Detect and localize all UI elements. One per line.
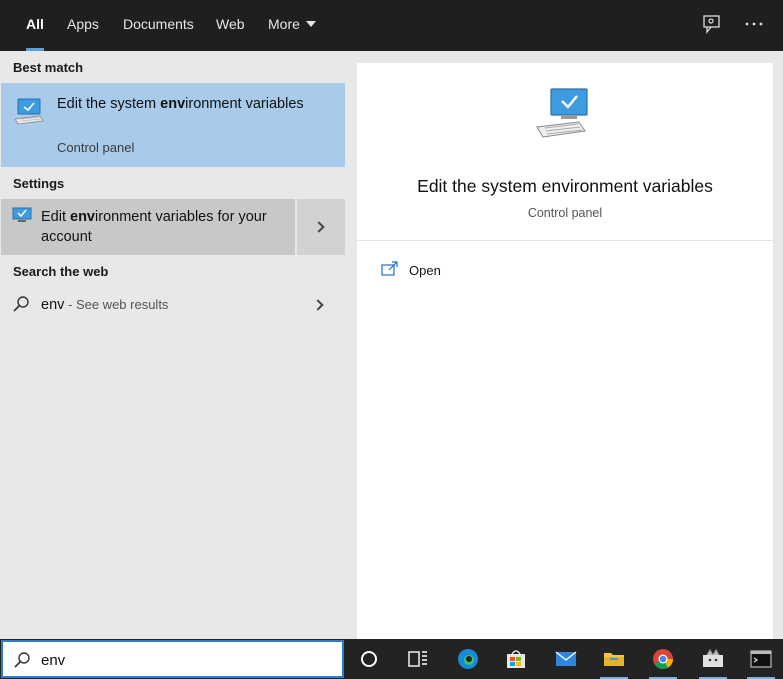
web-search-query: env - See web results [41, 297, 169, 313]
more-options-icon[interactable] [743, 13, 765, 35]
search-filter-bar: All Apps Documents Web More [0, 0, 783, 51]
divider [357, 240, 773, 241]
chevron-down-icon [305, 21, 316, 27]
open-icon [381, 261, 399, 282]
results-panel: Best match Edit the system environment v… [0, 51, 345, 639]
section-search-web: Search the web [13, 264, 109, 279]
file-explorer-icon[interactable] [592, 639, 636, 679]
preview-title: Edit the system environment variables [417, 176, 713, 196]
terminal-icon[interactable] [739, 639, 783, 679]
monitor-check-icon [535, 87, 595, 148]
section-settings: Settings [13, 176, 65, 191]
tab-all[interactable]: All [26, 0, 44, 51]
monitor-check-icon [13, 97, 45, 132]
open-label: Open [409, 263, 441, 278]
mail-icon[interactable] [544, 639, 588, 679]
preview-card: Edit the system environment variables Co… [357, 63, 773, 639]
windows-search-window: All Apps Documents Web More Best match E… [0, 0, 783, 679]
feedback-icon[interactable] [701, 13, 723, 35]
section-best-match: Best match [13, 60, 84, 75]
settings-expand-button[interactable] [297, 199, 345, 255]
settings-result[interactable]: Edit environment variables for your acco… [1, 199, 295, 255]
open-action[interactable]: Open [381, 261, 521, 283]
app-icon[interactable] [691, 639, 735, 679]
tab-web[interactable]: Web [216, 0, 245, 51]
cortana-icon[interactable] [347, 639, 391, 679]
best-match-subtitle: Control panel [57, 140, 135, 155]
settings-result-title: Edit environment variables for your acco… [41, 209, 267, 245]
search-input[interactable] [41, 649, 331, 671]
chrome-icon[interactable] [641, 639, 685, 679]
preview-subtitle: Control panel [527, 206, 603, 220]
taskbar [0, 639, 783, 679]
search-box[interactable] [1, 640, 344, 678]
edge-icon[interactable] [446, 639, 490, 679]
settings-monitor-icon [12, 207, 32, 228]
best-match-title: Edit the system environment variables [57, 96, 304, 112]
best-match-result[interactable]: Edit the system environment variables Co… [1, 83, 345, 167]
web-search-result[interactable]: env - See web results [1, 283, 345, 327]
chevron-right-icon[interactable] [312, 299, 324, 311]
preview-panel: Edit the system environment variables Co… [345, 51, 783, 639]
search-icon [12, 295, 30, 318]
tab-apps[interactable]: Apps [67, 0, 99, 51]
tab-documents[interactable]: Documents [123, 0, 194, 51]
search-icon [13, 651, 31, 674]
task-view-icon[interactable] [396, 639, 440, 679]
store-icon[interactable] [494, 639, 538, 679]
chevron-right-icon [313, 221, 325, 233]
tab-more[interactable]: More [268, 0, 316, 51]
